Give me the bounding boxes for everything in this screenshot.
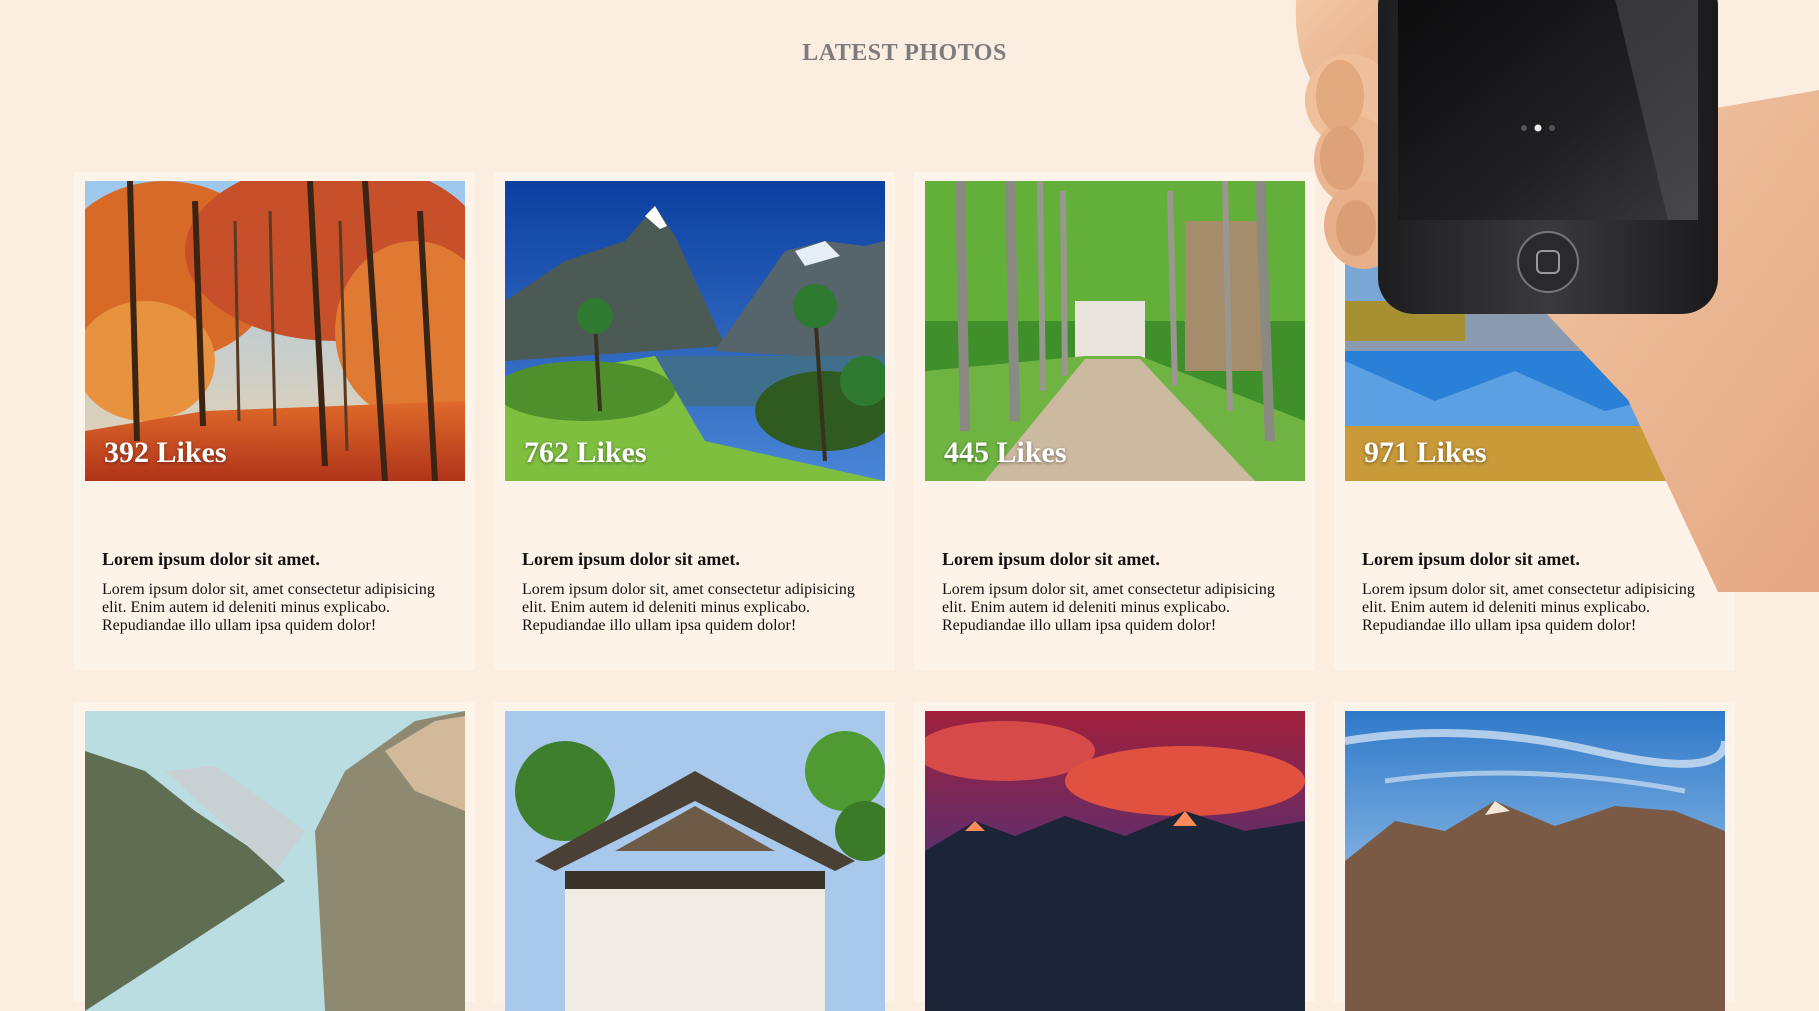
- photo-card[interactable]: 762 Likes Lorem ipsum dolor sit amet. Lo…: [494, 172, 895, 670]
- photo-valley[interactable]: [85, 711, 465, 1011]
- photo-alpine-sky[interactable]: [1345, 711, 1725, 1011]
- photo-card[interactable]: [1334, 702, 1735, 1011]
- hand-holding-phone-image: [1288, 0, 1819, 592]
- card-title: Lorem ipsum dolor sit amet.: [102, 549, 320, 569]
- card-title: Lorem ipsum dolor sit amet.: [522, 549, 740, 569]
- likes-count: 762 Likes: [524, 436, 647, 469]
- card-title: Lorem ipsum dolor sit amet.: [942, 549, 1160, 569]
- photo-tree-avenue[interactable]: 445 Likes: [925, 181, 1305, 481]
- photo-card[interactable]: [914, 702, 1315, 1011]
- photo-temple[interactable]: [505, 711, 885, 1011]
- likes-count: 445 Likes: [944, 436, 1067, 469]
- card-text: Lorem ipsum dolor sit, amet consectetur …: [522, 581, 855, 634]
- photo-card[interactable]: 445 Likes Lorem ipsum dolor sit amet. Lo…: [914, 172, 1315, 670]
- photo-sunset-peaks[interactable]: [925, 711, 1305, 1011]
- photo-card[interactable]: [74, 702, 475, 1011]
- likes-count: 392 Likes: [104, 436, 227, 469]
- card-text: Lorem ipsum dolor sit, amet consectetur …: [942, 581, 1275, 634]
- photo-autumn-forest[interactable]: 392 Likes: [85, 181, 465, 481]
- card-text: Lorem ipsum dolor sit, amet consectetur …: [102, 581, 435, 634]
- photo-mountain-lake[interactable]: 762 Likes: [505, 181, 885, 481]
- photo-card[interactable]: 392 Likes Lorem ipsum dolor sit amet. Lo…: [74, 172, 475, 670]
- photo-card[interactable]: [494, 702, 895, 1011]
